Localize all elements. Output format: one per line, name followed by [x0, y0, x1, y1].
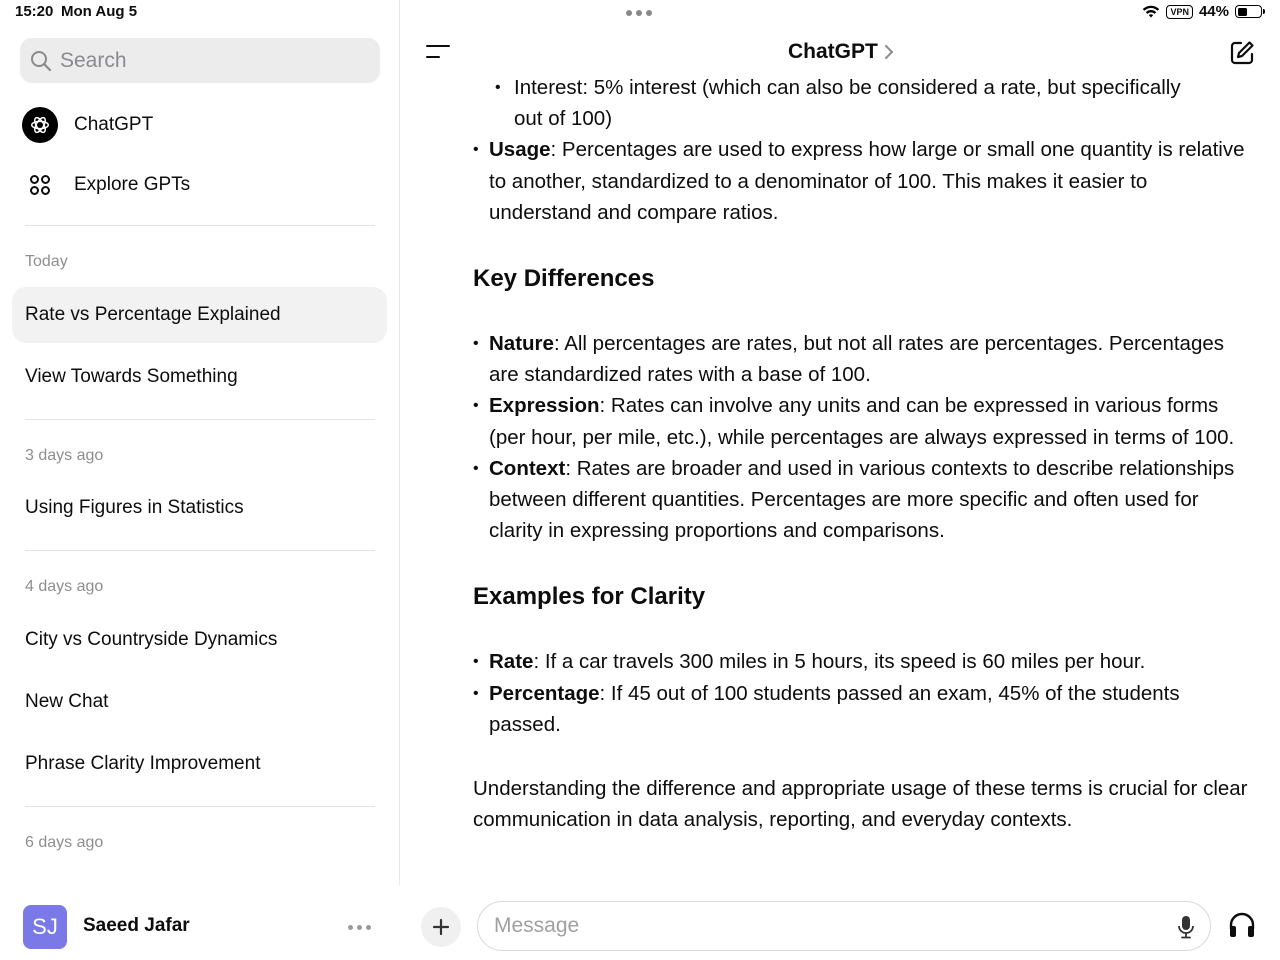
divider: [25, 225, 375, 226]
assistant-message: Interest: 5% interest (which can also be…: [473, 72, 1253, 835]
section-label-today: Today: [25, 253, 68, 270]
section-label-4-days: 4 days ago: [25, 578, 104, 595]
sidebar-item-chatgpt[interactable]: ChatGPT: [22, 107, 153, 143]
search-icon: [31, 50, 52, 71]
sub-bullet-line1: Interest: 5% interest (which can also be…: [514, 76, 1181, 99]
bullet-term: Expression: [489, 394, 600, 418]
bullet-usage: Usage: Percentages are used to express h…: [473, 134, 1253, 228]
openai-logo-icon: [22, 107, 58, 143]
bullet-text: : Rates can involve any units and can be…: [489, 394, 1235, 449]
chevron-right-icon: [884, 45, 893, 59]
sidebar-item-explore-gpts[interactable]: Explore GPTs: [22, 167, 190, 203]
sub-bullet-line2: out of 100): [514, 107, 613, 131]
multitasking-dots-icon[interactable]: [626, 10, 652, 16]
bullet-text: : If a car travels 300 miles in 5 hours,…: [533, 650, 1146, 674]
chat-item[interactable]: City vs Countryside Dynamics: [12, 612, 387, 668]
sub-bullet: Interest: 5% interest (which can also be…: [473, 72, 1253, 134]
search-box[interactable]: [20, 38, 380, 83]
bullet-term: Percentage: [489, 681, 600, 705]
grid-icon: [22, 167, 58, 203]
more-options-icon[interactable]: [348, 925, 371, 930]
status-indicators: VPN 44%: [1142, 3, 1265, 20]
chat-item[interactable]: New Chat: [12, 674, 387, 730]
bullet-term: Rate: [489, 650, 534, 674]
battery-icon: [1235, 5, 1265, 18]
battery-fill: [1237, 7, 1248, 16]
vpn-badge: VPN: [1166, 4, 1193, 19]
heading-examples: Examples for Clarity: [473, 583, 706, 611]
bullet-term: Usage: [489, 138, 551, 162]
bullet-text: : Percentages are used to express how la…: [489, 138, 1245, 224]
search-input[interactable]: [60, 48, 360, 73]
battery-percent: 44%: [1198, 3, 1229, 20]
heading-key-differences: Key Differences: [473, 265, 655, 293]
chat-item[interactable]: View Towards Something: [12, 349, 387, 405]
wifi-icon: [1143, 5, 1160, 17]
microphone-icon: [1178, 916, 1194, 939]
bullet-text: : All percentages are rates, but not all…: [489, 332, 1225, 387]
bullet-percentage: Percentage: If 45 out of 100 students pa…: [473, 678, 1253, 740]
compose-icon: [1230, 41, 1254, 65]
bullet-term: Nature: [489, 332, 554, 356]
section-label-6-days: 6 days ago: [25, 834, 104, 851]
divider: [25, 550, 375, 551]
divider: [25, 806, 375, 807]
bullet-rate: Rate: If a car travels 300 miles in 5 ho…: [473, 646, 1253, 677]
bullet-text: : Rates are broader and used in various …: [489, 456, 1235, 543]
avatar[interactable]: SJ: [23, 905, 67, 949]
sidebar: ChatGPT Explore GPTs Today Rate vs Perce…: [0, 0, 400, 960]
new-chat-button[interactable]: [1228, 39, 1256, 72]
user-name[interactable]: Saeed Jafar: [83, 915, 190, 937]
chat-item-active[interactable]: Rate vs Percentage Explained: [12, 287, 387, 343]
bullet-term: Context: [489, 456, 566, 480]
voice-mode-button[interactable]: [1228, 912, 1256, 943]
page-title: ChatGPT: [788, 40, 878, 63]
bullet-expression: Expression: Rates can involve any units …: [473, 390, 1253, 452]
sidebar-item-label: ChatGPT: [74, 114, 154, 135]
sidebar-item-label: Explore GPTs: [74, 174, 191, 195]
message-input[interactable]: [494, 914, 1154, 938]
message-composer[interactable]: [477, 901, 1211, 951]
plus-icon: [432, 918, 450, 936]
model-selector[interactable]: ChatGPT: [788, 40, 894, 64]
attach-button[interactable]: [421, 907, 461, 947]
divider: [25, 419, 375, 420]
chat-item[interactable]: Phrase Clarity Improvement: [12, 736, 387, 792]
microphone-button[interactable]: [1177, 915, 1195, 944]
section-label-3-days: 3 days ago: [25, 447, 104, 464]
bullet-nature: Nature: All percentages are rates, but n…: [473, 328, 1253, 390]
conclusion-paragraph: Understanding the difference and appropr…: [473, 777, 1248, 832]
headphones-icon: [1229, 912, 1255, 937]
sidebar-toggle-button[interactable]: [426, 43, 450, 61]
chat-item[interactable]: Using Figures in Statistics: [12, 480, 387, 536]
bullet-context: Context: Rates are broader and used in v…: [473, 453, 1253, 547]
